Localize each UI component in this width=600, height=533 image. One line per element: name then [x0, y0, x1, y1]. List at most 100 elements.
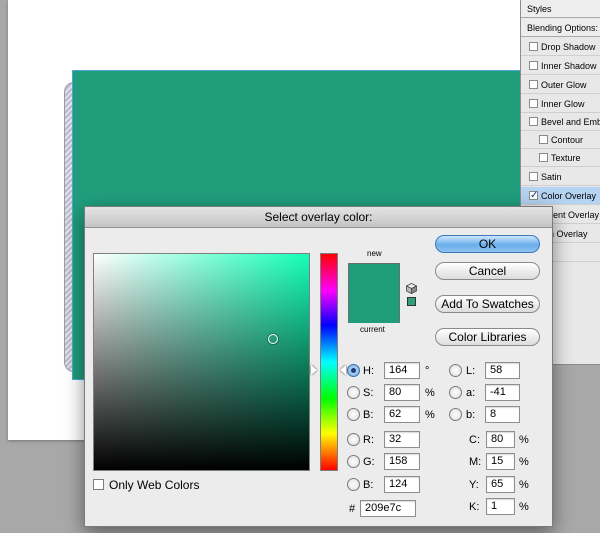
saturation-brightness-field[interactable]	[93, 253, 310, 471]
dialog-title: Select overlay color:	[264, 210, 373, 224]
lightness-radio[interactable]	[449, 364, 462, 377]
add-to-swatches-button[interactable]: Add To Swatches	[435, 295, 540, 313]
hue-radio[interactable]	[347, 364, 360, 377]
style-item-texture[interactable]: Texture	[521, 149, 600, 167]
satin-checkbox[interactable]	[529, 172, 538, 182]
blue-row: B: 124	[347, 476, 437, 494]
style-item-label: Inner Glow	[541, 99, 585, 109]
magenta-input[interactable]: 15	[486, 453, 515, 470]
style-item-satin[interactable]: Satin	[521, 168, 600, 186]
current-color-label: current	[360, 325, 385, 334]
blue-label: B:	[363, 479, 374, 491]
cyan-input[interactable]: 80	[486, 431, 515, 448]
only-web-colors-label: Only Web Colors	[109, 478, 200, 492]
texture-checkbox[interactable]	[539, 153, 548, 163]
drop-shadow-checkbox[interactable]	[529, 42, 538, 52]
yellow-input[interactable]: 65	[486, 476, 515, 493]
green-row: G: 158	[347, 453, 437, 471]
brightness-label: B:	[363, 409, 374, 421]
black-unit: %	[519, 501, 529, 513]
hex-input[interactable]: 209e7c	[360, 500, 416, 517]
color-swatch-preview	[348, 263, 400, 323]
hue-input[interactable]: 164	[384, 362, 420, 379]
hue-slider-left-arrow[interactable]	[311, 365, 317, 375]
blue-input[interactable]: 124	[384, 476, 420, 493]
style-item-label: Texture	[551, 153, 581, 163]
magenta-unit: %	[519, 456, 529, 468]
hex-row: # 209e7c	[347, 500, 457, 518]
saturation-radio[interactable]	[347, 386, 360, 399]
color-libraries-button[interactable]: Color Libraries	[435, 328, 540, 346]
lightness-input[interactable]: 58	[485, 362, 520, 379]
style-item-inner-shadow[interactable]: Inner Shadow	[521, 57, 600, 75]
style-item-contour[interactable]: Contour	[521, 131, 600, 149]
red-row: R: 32	[347, 431, 437, 449]
style-item-label: Contour	[551, 135, 584, 145]
style-item-label: Bevel and Embos	[541, 117, 600, 127]
lab-a-label: a:	[466, 387, 476, 399]
cyan-label: C:	[469, 434, 480, 446]
bevel-emboss-checkbox[interactable]	[529, 117, 538, 127]
style-item-label: Outer Glow	[541, 80, 587, 90]
lab-a-input[interactable]: -41	[485, 384, 520, 401]
web-safe-color-swatch[interactable]	[407, 297, 416, 306]
ok-button[interactable]: OK	[435, 235, 540, 253]
black-label: K:	[469, 501, 480, 513]
blue-radio[interactable]	[347, 478, 360, 491]
outer-glow-checkbox[interactable]	[529, 80, 538, 90]
hue-unit: °	[425, 365, 430, 377]
brightness-input[interactable]: 62	[384, 406, 420, 423]
yellow-label: Y:	[469, 479, 479, 491]
color-overlay-checkbox[interactable]	[529, 187, 538, 205]
current-color-swatch[interactable]	[349, 294, 399, 323]
only-web-colors-checkbox[interactable]	[93, 479, 104, 490]
lab-b-radio[interactable]	[449, 408, 462, 421]
yellow-row: Y: 65 %	[469, 476, 549, 494]
red-radio[interactable]	[347, 433, 360, 446]
red-input[interactable]: 32	[384, 431, 420, 448]
lab-b-label: b:	[466, 409, 476, 421]
dialog-titlebar[interactable]: Select overlay color:	[85, 207, 552, 228]
style-item-label: Inner Shadow	[541, 61, 597, 71]
magenta-label: M:	[469, 456, 482, 468]
brightness-unit: %	[425, 409, 435, 421]
color-cursor[interactable]	[268, 334, 278, 344]
saturation-unit: %	[425, 387, 435, 399]
lightness-label: L:	[466, 365, 476, 377]
green-input[interactable]: 158	[384, 453, 420, 470]
saturation-label: S:	[363, 387, 374, 399]
styles-header[interactable]: Styles	[521, 0, 600, 18]
hue-slider-right-arrow[interactable]	[340, 365, 346, 375]
web-safe-cube-icon[interactable]	[406, 283, 417, 294]
saturation-input[interactable]: 80	[384, 384, 420, 401]
color-picker-dialog: Select overlay color: new current OK Can…	[84, 206, 553, 527]
magenta-row: M: 15 %	[469, 453, 549, 471]
hue-slider[interactable]	[320, 253, 338, 471]
brightness-row: B: 62 %	[347, 406, 437, 424]
black-row: K: 1 %	[469, 498, 549, 516]
lab-a-row: a: -41	[449, 384, 539, 402]
green-label: G:	[363, 456, 375, 468]
lab-b-row: b: 8	[449, 406, 539, 424]
contour-checkbox[interactable]	[539, 135, 548, 145]
style-item-label: Drop Shadow	[541, 42, 596, 52]
style-item-outer-glow[interactable]: Outer Glow	[521, 76, 600, 94]
blending-options-item[interactable]: Blending Options: D	[521, 19, 600, 37]
brightness-radio[interactable]	[347, 408, 360, 421]
inner-shadow-checkbox[interactable]	[529, 61, 538, 71]
lab-a-radio[interactable]	[449, 386, 462, 399]
yellow-unit: %	[519, 479, 529, 491]
hue-row: H: 164 °	[347, 362, 437, 380]
style-item-inner-glow[interactable]: Inner Glow	[521, 95, 600, 113]
style-item-color-overlay[interactable]: Color Overlay	[521, 187, 600, 205]
style-item-bevel-emboss[interactable]: Bevel and Embos	[521, 113, 600, 131]
inner-glow-checkbox[interactable]	[529, 99, 538, 109]
black-input[interactable]: 1	[486, 498, 515, 515]
style-item-label: Satin	[541, 172, 562, 182]
green-radio[interactable]	[347, 455, 360, 468]
lab-b-input[interactable]: 8	[485, 406, 520, 423]
style-item-label: Color Overlay	[541, 191, 597, 201]
cyan-row: C: 80 %	[469, 431, 549, 449]
style-item-drop-shadow[interactable]: Drop Shadow	[521, 38, 600, 56]
cancel-button[interactable]: Cancel	[435, 262, 540, 280]
